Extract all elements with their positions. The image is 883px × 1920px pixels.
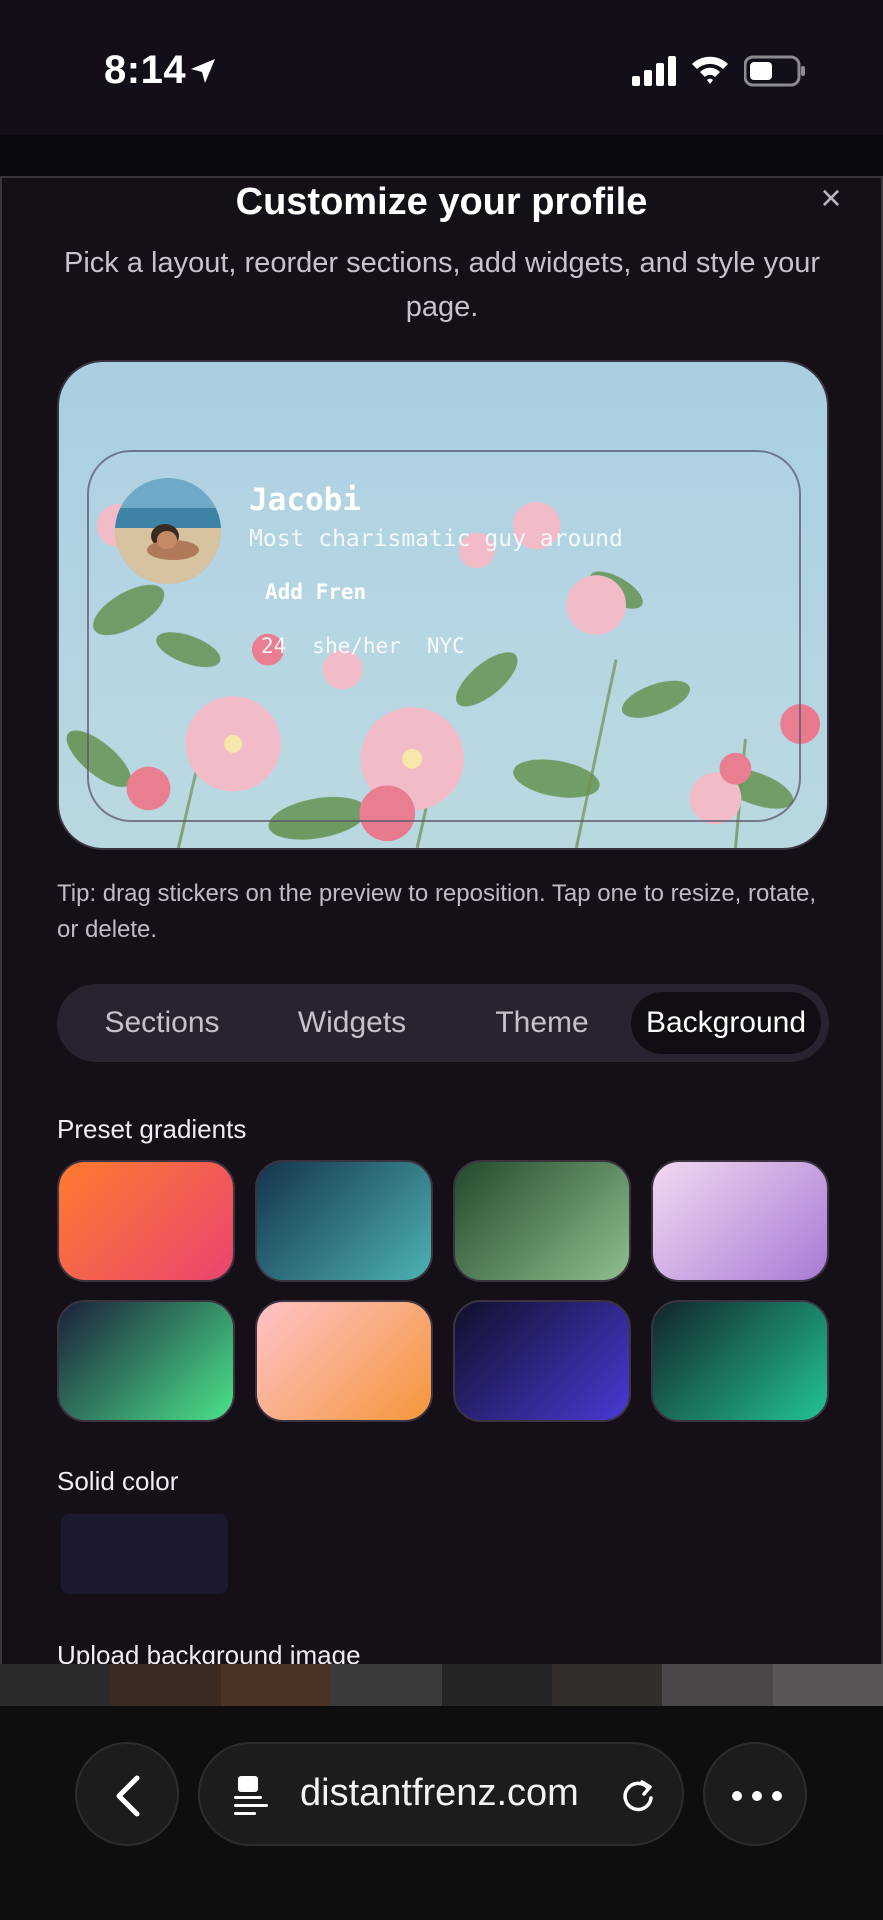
- avatar: [115, 478, 221, 584]
- profile-name: Jacobi: [249, 482, 361, 518]
- solid-color-swatch[interactable]: [61, 1514, 228, 1594]
- profile-location: NYC: [426, 634, 465, 658]
- status-bar: 8:14: [0, 0, 883, 135]
- profile-age: 24: [261, 634, 287, 658]
- preset-gradients-label: Preset gradients: [57, 1114, 247, 1144]
- tab-theme[interactable]: Theme: [457, 992, 627, 1054]
- modal-subtitle: Pick a layout, reorder sections, add wid…: [64, 247, 820, 323]
- wifi-icon: [692, 56, 728, 84]
- tab-bar: Sections Widgets Theme Background: [57, 984, 829, 1062]
- profile-bio: Most charismatic guy around: [249, 526, 623, 552]
- url-text: distantfrenz.com: [300, 1772, 579, 1814]
- chevron-left-icon: [116, 1775, 140, 1817]
- preset-gradient-swatch[interactable]: [255, 1300, 433, 1422]
- reload-icon[interactable]: [618, 1776, 658, 1816]
- battery-icon: [744, 55, 805, 87]
- profile-preview[interactable]: Jacobi Most charismatic guy around Add F…: [57, 360, 829, 850]
- back-button[interactable]: [75, 1742, 179, 1846]
- address-bar[interactable]: distantfrenz.com: [198, 1742, 684, 1846]
- location-arrow-icon: [191, 59, 215, 83]
- preset-gradient-swatch[interactable]: [651, 1300, 829, 1422]
- tip-text: Tip: drag stickers on the preview to rep…: [57, 880, 817, 943]
- more-options-button[interactable]: [703, 1742, 807, 1846]
- cellular-signal-icon: [632, 56, 676, 86]
- ellipsis-icon: [732, 1791, 782, 1801]
- modal-title: Customize your profile: [235, 181, 648, 223]
- profile-pronouns: she/her: [312, 634, 401, 658]
- tab-background[interactable]: Background: [631, 992, 821, 1054]
- upload-background-label: Upload background image: [57, 1640, 361, 1664]
- tab-widgets[interactable]: Widgets: [267, 992, 437, 1054]
- solid-color-label: Solid color: [57, 1466, 179, 1496]
- tab-sections[interactable]: Sections: [77, 992, 247, 1054]
- profile-meta: 24 she/her NYC: [261, 634, 465, 658]
- profile-card: Jacobi Most charismatic guy around Add F…: [87, 450, 801, 822]
- preset-gradient-swatch[interactable]: [57, 1160, 235, 1282]
- browser-toolbar: distantfrenz.com: [0, 1706, 883, 1920]
- status-time: 8:14: [104, 48, 187, 92]
- page-settings-icon: [234, 1776, 268, 1815]
- preset-gradient-swatch[interactable]: [453, 1160, 631, 1282]
- preset-gradient-swatch[interactable]: [651, 1160, 829, 1282]
- preset-gradient-swatch[interactable]: [453, 1300, 631, 1422]
- preset-gradient-swatch[interactable]: [255, 1160, 433, 1282]
- add-fren-button[interactable]: Add Fren: [265, 580, 366, 604]
- preset-gradient-swatch[interactable]: [57, 1300, 235, 1422]
- background-photo-strip: [0, 1664, 883, 1706]
- customize-profile-modal: × Customize your profile Pick a layout, …: [0, 176, 883, 1664]
